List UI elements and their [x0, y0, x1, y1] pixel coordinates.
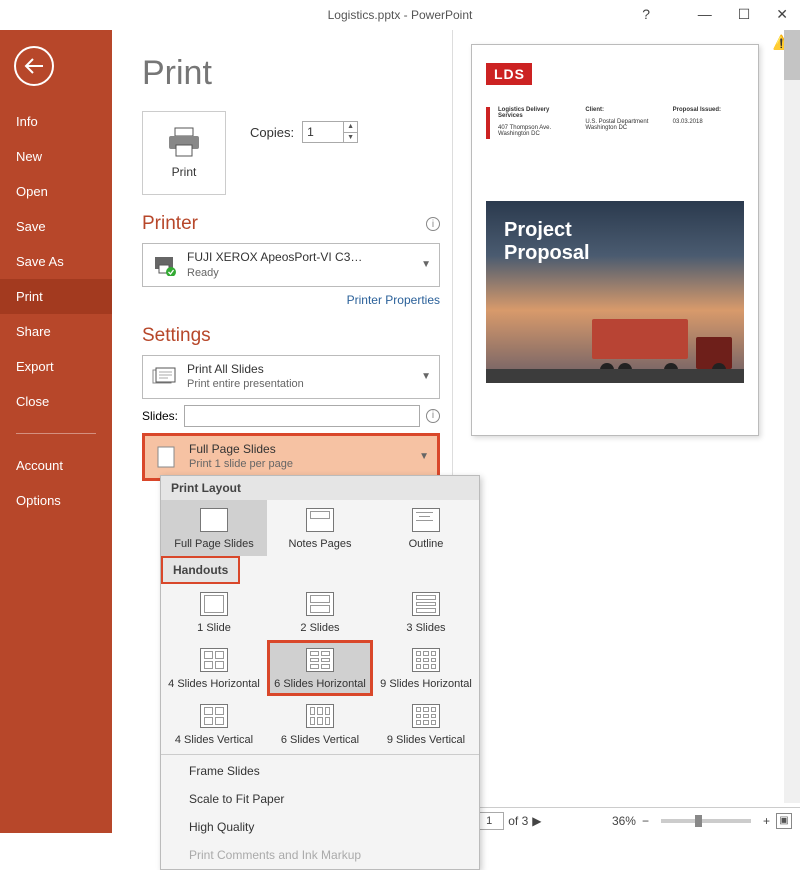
fit-page-button[interactable]: ▣: [776, 813, 792, 829]
zoom-value: 36%: [612, 814, 636, 828]
window-controls: — ☐ ✕: [698, 6, 788, 23]
title-bar: Logistics.pptx - PowerPoint ? — ☐ ✕: [0, 0, 800, 30]
dropdown-section-layout: Print Layout: [161, 476, 479, 500]
layout-option-4-slides-horizontal[interactable]: 4 Slides Horizontal: [161, 640, 267, 696]
sidebar-item-save-as[interactable]: Save As: [0, 244, 112, 279]
logo: LDS: [486, 63, 532, 85]
copies-spinner[interactable]: ▲▼: [343, 122, 357, 142]
printer-status-icon: [151, 254, 177, 276]
chevron-down-icon: ▼: [421, 371, 431, 382]
back-button[interactable]: [14, 46, 54, 86]
layout-option-4-slides-vertical[interactable]: 4 Slides Vertical: [161, 696, 267, 752]
info-icon[interactable]: i: [426, 409, 440, 423]
layout-dropdown: Print Layout Full Page SlidesNotes Pages…: [160, 475, 480, 870]
sidebar-item-options[interactable]: Options: [0, 483, 112, 518]
print-button[interactable]: Print: [142, 111, 226, 195]
print-range-select[interactable]: Print All Slides Print entire presentati…: [142, 355, 440, 399]
option-frame-slides[interactable]: Frame Slides: [161, 757, 479, 785]
layout-option-outline[interactable]: Outline: [373, 500, 479, 556]
zoom-out-button[interactable]: −: [642, 814, 649, 828]
sidebar-item-account[interactable]: Account: [0, 448, 112, 483]
app-title: Logistics.pptx - PowerPoint: [328, 8, 473, 22]
info-icon[interactable]: i: [426, 217, 440, 231]
layout-option-3-slides[interactable]: 3 Slides: [373, 584, 479, 640]
layout-option-full-page-slides[interactable]: Full Page Slides: [161, 500, 267, 556]
layout-option-9-slides-vertical[interactable]: 9 Slides Vertical: [373, 696, 479, 752]
preview-hero-image: Project Proposal: [486, 201, 744, 383]
printer-properties-link[interactable]: Printer Properties: [142, 293, 440, 307]
print-button-label: Print: [172, 165, 197, 179]
sidebar-item-info[interactable]: Info: [0, 104, 112, 139]
page-total: of 3: [508, 814, 528, 828]
slides-icon: [151, 367, 177, 387]
help-icon[interactable]: ?: [642, 6, 650, 22]
copies-label: Copies:: [250, 125, 294, 140]
preview-scrollbar[interactable]: [784, 30, 800, 803]
maximize-icon[interactable]: ☐: [738, 6, 751, 23]
sidebar-item-open[interactable]: Open: [0, 174, 112, 209]
zoom-in-button[interactable]: +: [763, 814, 770, 828]
slides-input[interactable]: [184, 405, 420, 427]
preview-pane: LDS Logistics Delivery Services407 Thomp…: [452, 30, 800, 833]
preview-page: LDS Logistics Delivery Services407 Thomp…: [471, 44, 759, 436]
backstage-sidebar: InfoNewOpenSaveSave AsPrintShareExportCl…: [0, 30, 112, 833]
sidebar-item-close[interactable]: Close: [0, 384, 112, 419]
preview-statusbar: ◀ 1 of 3 ▶ 36% − + ▣: [453, 807, 800, 833]
copies-input[interactable]: 1 ▲▼: [302, 121, 358, 143]
chevron-down-icon: ▼: [419, 451, 429, 462]
layout-option-notes-pages[interactable]: Notes Pages: [267, 500, 373, 556]
chevron-down-icon: ▼: [421, 259, 431, 270]
option-high-quality[interactable]: High Quality: [161, 813, 479, 841]
sidebar-item-print[interactable]: Print: [0, 279, 112, 314]
minimize-icon[interactable]: —: [698, 6, 712, 23]
printer-heading: Printer: [142, 213, 198, 235]
printer-icon: [166, 127, 202, 157]
zoom-slider[interactable]: [661, 819, 751, 823]
sidebar-item-export[interactable]: Export: [0, 349, 112, 384]
next-page-button[interactable]: ▶: [532, 814, 541, 828]
layout-option-9-slides-horizontal[interactable]: 9 Slides Horizontal: [373, 640, 479, 696]
option-scale-fit[interactable]: Scale to Fit Paper: [161, 785, 479, 813]
layout-option-1-slide[interactable]: 1 Slide: [161, 584, 267, 640]
close-icon[interactable]: ✕: [776, 6, 788, 23]
layout-option-6-slides-horizontal[interactable]: 6 Slides Horizontal: [267, 640, 373, 696]
layout-option-6-slides-vertical[interactable]: 6 Slides Vertical: [267, 696, 373, 752]
sidebar-item-share[interactable]: Share: [0, 314, 112, 349]
layout-option-2-slides[interactable]: 2 Slides: [267, 584, 373, 640]
page-title: Print: [142, 54, 440, 93]
layout-select[interactable]: Full Page Slides Print 1 slide per page …: [142, 433, 440, 481]
option-print-comments: Print Comments and Ink Markup: [161, 841, 479, 869]
sidebar-item-save[interactable]: Save: [0, 209, 112, 244]
printer-select[interactable]: FUJI XEROX ApeosPort-VI C3… Ready ▼: [142, 243, 440, 287]
page-icon: [153, 445, 179, 469]
settings-heading: Settings: [142, 325, 211, 347]
sidebar-item-new[interactable]: New: [0, 139, 112, 174]
slides-label: Slides:: [142, 409, 178, 423]
dropdown-section-handouts: Handouts: [161, 556, 240, 584]
